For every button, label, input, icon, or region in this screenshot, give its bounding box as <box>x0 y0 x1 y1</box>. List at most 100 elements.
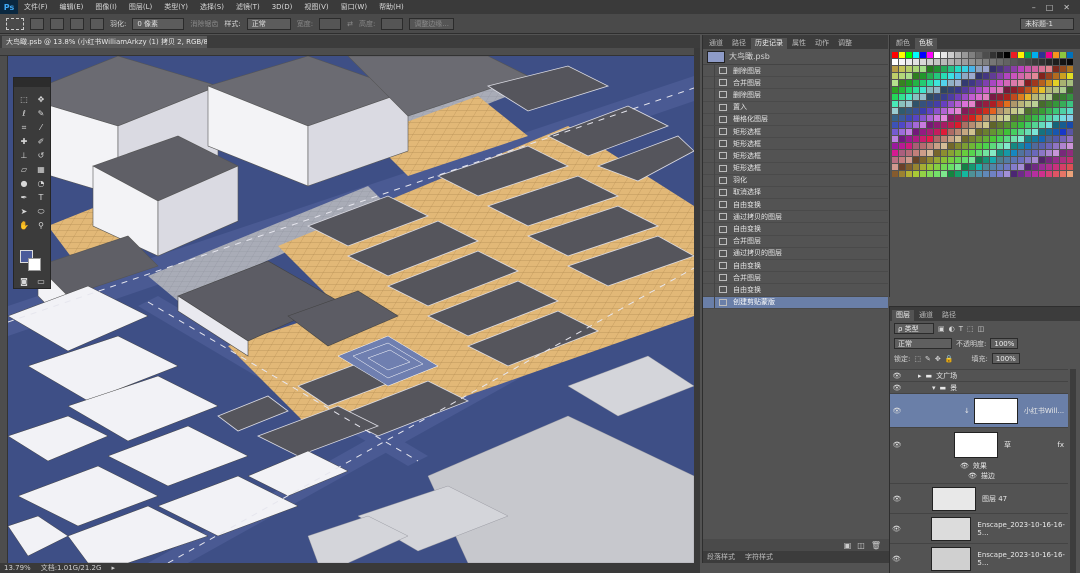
color-swatch[interactable] <box>1060 136 1066 142</box>
history-state[interactable]: 通过拷贝的图层 <box>703 247 888 260</box>
background-color-swatch[interactable] <box>28 258 41 271</box>
color-swatch[interactable] <box>990 157 996 163</box>
history-brush-source-box[interactable] <box>703 88 715 101</box>
color-swatch[interactable] <box>1011 171 1017 177</box>
visibility-eye-icon[interactable]: 👁 <box>890 384 904 392</box>
effect-eye-icon[interactable]: 👁 <box>968 472 977 480</box>
color-swatch[interactable] <box>1011 94 1017 100</box>
tab-paragraph-styles[interactable]: 段落样式 <box>707 552 735 562</box>
color-swatch[interactable] <box>997 150 1003 156</box>
color-swatch[interactable] <box>941 80 947 86</box>
color-swatch[interactable] <box>1060 157 1066 163</box>
color-swatch[interactable] <box>997 59 1003 65</box>
color-swatch[interactable] <box>990 52 996 58</box>
color-swatch[interactable] <box>1032 122 1038 128</box>
color-swatch[interactable] <box>899 143 905 149</box>
color-swatch[interactable] <box>941 122 947 128</box>
color-swatch[interactable] <box>899 73 905 79</box>
color-swatch[interactable] <box>934 66 940 72</box>
color-swatch[interactable] <box>990 122 996 128</box>
history-brush-source-box[interactable] <box>703 64 715 77</box>
color-swatch[interactable] <box>906 164 912 170</box>
color-swatch[interactable] <box>1004 122 1010 128</box>
layer-fx-badge[interactable]: fx <box>1057 441 1064 449</box>
color-swatch[interactable] <box>983 115 989 121</box>
intersect-selection-icon[interactable] <box>90 17 104 30</box>
color-swatch[interactable] <box>906 136 912 142</box>
color-swatch[interactable] <box>1067 52 1073 58</box>
history-brush-source-box[interactable] <box>703 235 715 248</box>
color-swatch[interactable] <box>990 108 996 114</box>
color-swatch[interactable] <box>892 59 898 65</box>
maximize-icon[interactable]: □ <box>1046 3 1054 12</box>
color-swatch[interactable] <box>1046 108 1052 114</box>
color-swatch[interactable] <box>1039 164 1045 170</box>
gradient-tool-icon[interactable]: ▦ <box>34 164 48 175</box>
color-swatch[interactable] <box>1053 59 1059 65</box>
color-swatch[interactable] <box>997 115 1003 121</box>
color-swatch[interactable] <box>906 94 912 100</box>
color-swatch[interactable] <box>1004 143 1010 149</box>
color-swatch[interactable] <box>892 164 898 170</box>
color-swatch[interactable] <box>920 164 926 170</box>
color-swatch[interactable] <box>955 150 961 156</box>
color-swatch[interactable] <box>906 80 912 86</box>
color-swatch[interactable] <box>983 87 989 93</box>
tab-color[interactable]: 颜色 <box>892 38 914 49</box>
tab-layer-channels[interactable]: 通道 <box>915 310 937 321</box>
color-swatch[interactable] <box>983 52 989 58</box>
layer-filter-select[interactable]: ρ 类型 <box>894 323 934 334</box>
color-swatch[interactable] <box>948 66 954 72</box>
color-swatch[interactable] <box>941 73 947 79</box>
color-swatch[interactable] <box>934 87 940 93</box>
color-swatch[interactable] <box>941 94 947 100</box>
layer-row-selected[interactable]: 👁 ↓ 小红书Will... <box>890 393 1068 427</box>
color-swatch[interactable] <box>983 157 989 163</box>
menu-filter[interactable]: 滤镜(T) <box>230 0 266 14</box>
color-swatch[interactable] <box>1004 87 1010 93</box>
color-swatch[interactable] <box>920 115 926 121</box>
color-swatch[interactable] <box>962 122 968 128</box>
color-swatch[interactable] <box>899 108 905 114</box>
add-selection-icon[interactable] <box>50 17 64 30</box>
history-state[interactable]: 取消选择 <box>703 186 888 200</box>
color-swatch[interactable] <box>990 87 996 93</box>
color-swatch[interactable] <box>913 94 919 100</box>
color-swatch[interactable] <box>920 150 926 156</box>
history-state[interactable]: 删除图层 <box>703 88 888 102</box>
color-swatch[interactable] <box>976 171 982 177</box>
color-swatch[interactable] <box>976 136 982 142</box>
color-swatch[interactable] <box>1025 150 1031 156</box>
color-swatch[interactable] <box>1053 157 1059 163</box>
color-swatch[interactable] <box>1025 80 1031 86</box>
color-swatch[interactable] <box>1060 143 1066 149</box>
color-swatch[interactable] <box>892 122 898 128</box>
color-swatch[interactable] <box>941 136 947 142</box>
color-swatch[interactable] <box>892 150 898 156</box>
history-state[interactable]: 通过拷贝的图层 <box>703 210 888 224</box>
layer-row[interactable]: 👁 图层 47 <box>890 483 1068 513</box>
color-swatch[interactable] <box>913 80 919 86</box>
history-brush-source-box[interactable] <box>703 137 715 150</box>
color-swatch[interactable] <box>983 80 989 86</box>
color-swatch[interactable] <box>1060 87 1066 93</box>
layer-group-row[interactable]: 👁 ▾ ▬ 景 <box>890 381 1068 393</box>
new-selection-icon[interactable] <box>30 17 44 30</box>
color-swatch[interactable] <box>1025 66 1031 72</box>
color-swatch[interactable] <box>976 129 982 135</box>
color-swatch[interactable] <box>927 150 933 156</box>
color-swatch[interactable] <box>1032 108 1038 114</box>
color-swatch[interactable] <box>948 157 954 163</box>
menu-image[interactable]: 图像(I) <box>89 0 123 14</box>
color-swatch[interactable] <box>892 143 898 149</box>
color-swatch[interactable] <box>899 115 905 121</box>
color-swatch[interactable] <box>927 122 933 128</box>
color-swatch[interactable] <box>1053 87 1059 93</box>
color-swatch[interactable] <box>990 66 996 72</box>
color-swatch[interactable] <box>997 157 1003 163</box>
color-swatch[interactable] <box>1039 80 1045 86</box>
history-brush-source-box[interactable] <box>703 283 715 296</box>
color-swatch[interactable] <box>983 73 989 79</box>
color-swatch[interactable] <box>969 164 975 170</box>
color-swatch[interactable] <box>934 129 940 135</box>
